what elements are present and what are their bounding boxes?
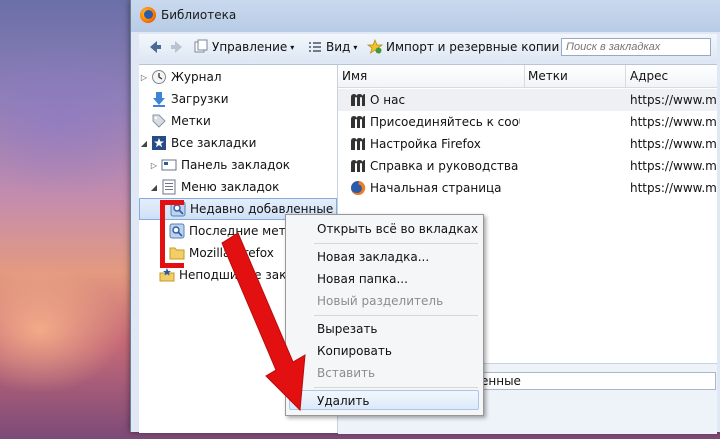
annotation-arrow [221, 232, 306, 412]
